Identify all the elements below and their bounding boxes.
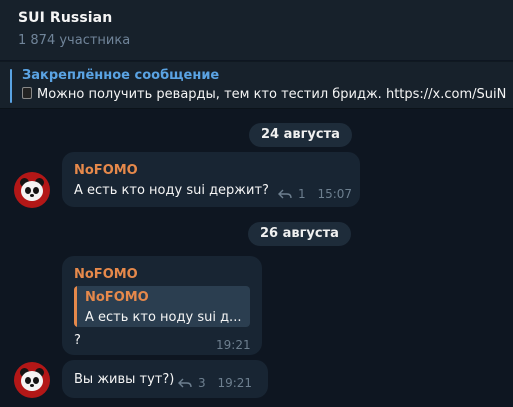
pinned-message-bar[interactable]: Закреплённое сообщение Можно получить ре… — [0, 61, 513, 109]
avatar[interactable] — [14, 172, 50, 208]
mobile-phone-icon — [22, 87, 32, 99]
pinned-preview: Можно получить реварды, тем кто тестил б… — [22, 87, 506, 102]
avatar[interactable] — [14, 362, 50, 398]
sender-name[interactable]: NoFOMO — [74, 267, 138, 282]
reply-count: 1 — [298, 187, 306, 201]
reply-arrow-icon — [278, 189, 292, 199]
message-time: 19:21 — [216, 338, 251, 352]
reply-count: 3 — [198, 376, 206, 390]
chat-title[interactable]: SUI Russian — [18, 10, 112, 26]
message-bubble[interactable]: Вы живы тут?) 3 19:21 — [62, 360, 268, 398]
date-separator: 26 августа — [248, 222, 351, 246]
pinned-indicator — [10, 69, 12, 103]
reply-arrow-icon — [178, 378, 192, 388]
chat-header[interactable]: SUI Russian 1 874 участника — [0, 0, 513, 60]
message-text: Вы живы тут?) — [74, 372, 175, 387]
message-text: А есть кто ноду sui держит? — [74, 183, 269, 198]
message-bubble[interactable]: NoFOMO А есть кто ноду sui держит? 1 15:… — [62, 152, 360, 207]
message-meta[interactable]: 1 15:07 — [278, 187, 352, 201]
quote-text: А есть кто ноду sui д... — [85, 310, 242, 325]
message-bubble[interactable]: NoFOMO NoFOMO А есть кто ноду sui д... ?… — [62, 256, 262, 355]
message-time: 19:21 — [217, 376, 253, 390]
reply-quote[interactable]: NoFOMO А есть кто ноду sui д... — [74, 286, 250, 327]
sender-name[interactable]: NoFOMO — [74, 163, 138, 178]
message-meta[interactable]: 3 19:21 — [178, 376, 252, 390]
date-separator: 24 августа — [249, 123, 352, 147]
message-time: 15:07 — [317, 187, 353, 201]
member-count: 1 874 участника — [18, 33, 131, 48]
quote-sender: NoFOMO — [85, 290, 149, 305]
message-text: ? — [74, 333, 81, 348]
pinned-text: Можно получить реварды, тем кто тестил б… — [37, 87, 507, 102]
pinned-label: Закреплённое сообщение — [22, 68, 220, 83]
